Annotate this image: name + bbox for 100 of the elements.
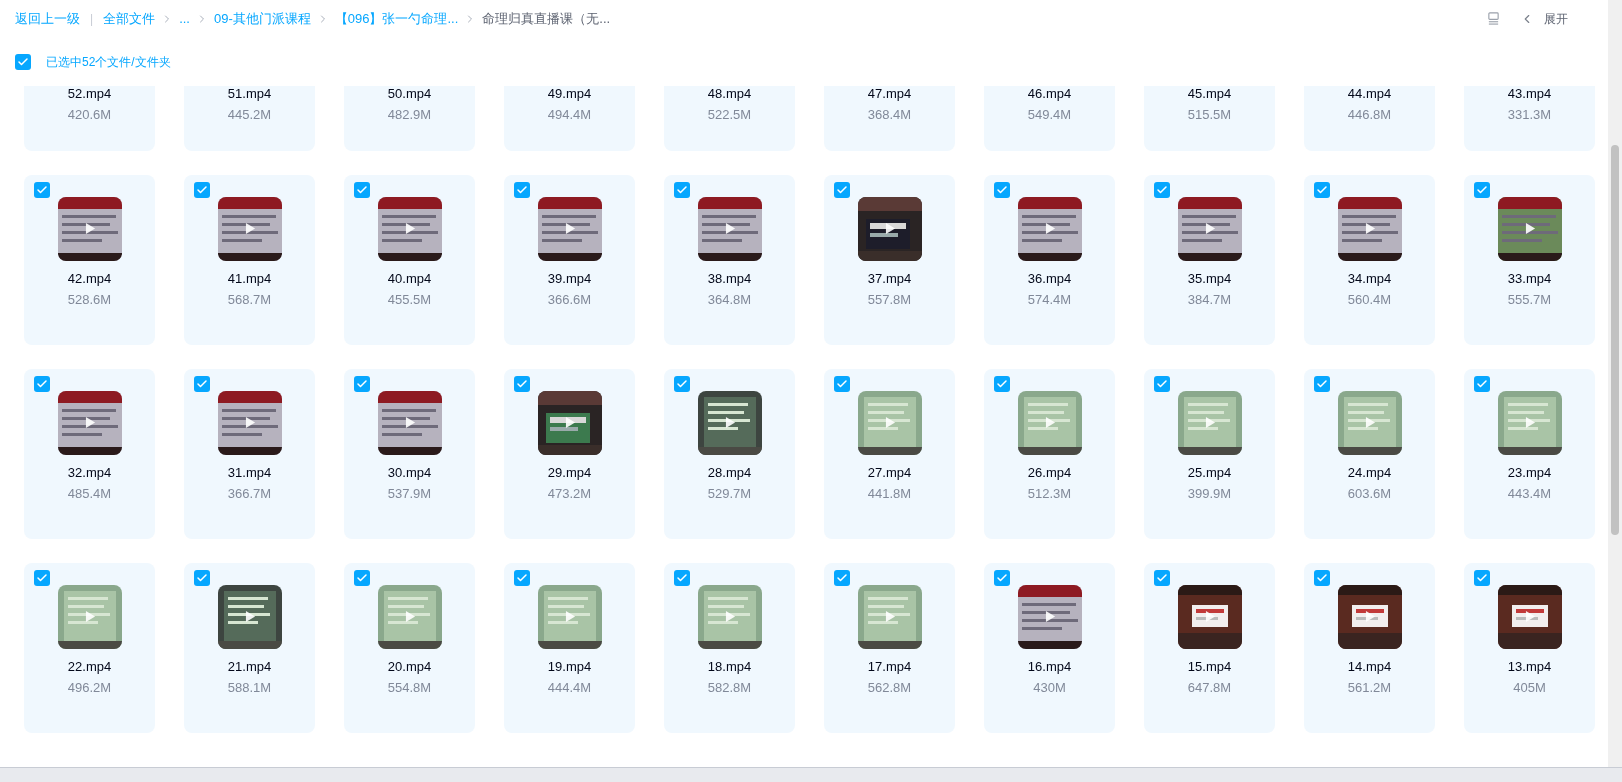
file-card[interactable]: 50.mp4 482.9M: [344, 86, 475, 151]
file-size: 446.8M: [1347, 107, 1392, 123]
checkbox[interactable]: [1154, 182, 1170, 198]
checkbox[interactable]: [514, 182, 530, 198]
file-card[interactable]: 35.mp4 384.7M: [1144, 175, 1275, 345]
file-size: 588.1M: [227, 680, 272, 696]
check-icon: [836, 572, 848, 584]
file-name: 17.mp4: [867, 659, 912, 675]
file-name: 34.mp4: [1347, 271, 1392, 287]
file-card[interactable]: 31.mp4 366.7M: [184, 369, 315, 539]
file-card[interactable]: 21.mp4 588.1M: [184, 563, 315, 733]
checkbox[interactable]: [1474, 182, 1490, 198]
file-size: 562.8M: [867, 680, 912, 696]
file-card[interactable]: 15.mp4 647.8M: [1144, 563, 1275, 733]
file-card[interactable]: 49.mp4 494.4M: [504, 86, 635, 151]
file-card[interactable]: 27.mp4 441.8M: [824, 369, 955, 539]
checkbox[interactable]: [354, 570, 370, 586]
file-card[interactable]: 29.mp4 473.2M: [504, 369, 635, 539]
checkbox[interactable]: [15, 53, 31, 70]
file-card[interactable]: 17.mp4 562.8M: [824, 563, 955, 733]
file-card[interactable]: 51.mp4 445.2M: [184, 86, 315, 151]
check-icon: [196, 378, 208, 390]
file-size: 443.4M: [1507, 486, 1552, 502]
breadcrumb-item[interactable]: 命理归真直播课（无...: [482, 8, 611, 29]
checkbox[interactable]: [834, 570, 850, 586]
check-icon: [356, 572, 368, 584]
file-name: 46.mp4: [1027, 86, 1072, 102]
scrollbar[interactable]: [1608, 0, 1622, 767]
checkbox[interactable]: [514, 376, 530, 392]
checkbox[interactable]: [34, 570, 50, 586]
check-icon: [1316, 378, 1328, 390]
file-card[interactable]: 33.mp4 555.7M: [1464, 175, 1595, 345]
checkbox[interactable]: [994, 570, 1010, 586]
file-card[interactable]: 25.mp4 399.9M: [1144, 369, 1275, 539]
file-card[interactable]: 22.mp4 496.2M: [24, 563, 155, 733]
checkbox[interactable]: [834, 376, 850, 392]
checkbox[interactable]: [354, 182, 370, 198]
checkbox[interactable]: [1154, 376, 1170, 392]
checkbox[interactable]: [34, 182, 50, 198]
checkbox[interactable]: [994, 182, 1010, 198]
file-size: 568.7M: [227, 292, 272, 308]
checkbox[interactable]: [1314, 376, 1330, 392]
expand-button[interactable]: 展开: [1544, 9, 1568, 28]
file-card[interactable]: 14.mp4 561.2M: [1304, 563, 1435, 733]
file-card[interactable]: 30.mp4 537.9M: [344, 369, 475, 539]
checkbox[interactable]: [1314, 570, 1330, 586]
check-icon: [36, 184, 48, 196]
file-name: 35.mp4: [1187, 271, 1232, 287]
checkbox[interactable]: [1314, 182, 1330, 198]
file-card[interactable]: 18.mp4 582.8M: [664, 563, 795, 733]
file-card[interactable]: 34.mp4 560.4M: [1304, 175, 1435, 345]
file-name: 24.mp4: [1347, 465, 1392, 481]
checkbox[interactable]: [674, 570, 690, 586]
file-card[interactable]: 45.mp4 515.5M: [1144, 86, 1275, 151]
file-card[interactable]: 26.mp4 512.3M: [984, 369, 1115, 539]
file-card[interactable]: 16.mp4 430M: [984, 563, 1115, 733]
check-icon: [516, 378, 528, 390]
checkbox[interactable]: [674, 182, 690, 198]
file-card[interactable]: 20.mp4 554.8M: [344, 563, 475, 733]
checkbox[interactable]: [994, 376, 1010, 392]
checkbox[interactable]: [1154, 570, 1170, 586]
play-icon: [884, 610, 896, 623]
checkbox[interactable]: [34, 376, 50, 392]
checkbox[interactable]: [834, 182, 850, 198]
play-icon: [1364, 610, 1376, 623]
checkbox[interactable]: [354, 376, 370, 392]
file-size: 482.9M: [387, 107, 432, 123]
file-card[interactable]: 23.mp4 443.4M: [1464, 369, 1595, 539]
file-card[interactable]: 28.mp4 529.7M: [664, 369, 795, 539]
file-card[interactable]: 41.mp4 568.7M: [184, 175, 315, 345]
file-card[interactable]: 43.mp4 331.3M: [1464, 86, 1595, 151]
file-size: 529.7M: [707, 486, 752, 502]
scrollbar-thumb[interactable]: [1611, 145, 1619, 535]
checkbox[interactable]: [674, 376, 690, 392]
file-card[interactable]: 42.mp4 528.6M: [24, 175, 155, 345]
checkbox[interactable]: [194, 570, 210, 586]
checkbox[interactable]: [514, 570, 530, 586]
file-card[interactable]: 19.mp4 444.4M: [504, 563, 635, 733]
file-name: 31.mp4: [227, 465, 272, 481]
file-name: 27.mp4: [867, 465, 912, 481]
checkbox[interactable]: [194, 182, 210, 198]
file-card[interactable]: 44.mp4 446.8M: [1304, 86, 1435, 151]
file-card[interactable]: 38.mp4 364.8M: [664, 175, 795, 345]
file-card[interactable]: 36.mp4 574.4M: [984, 175, 1115, 345]
file-card[interactable]: 47.mp4 368.4M: [824, 86, 955, 151]
checkbox[interactable]: [1474, 570, 1490, 586]
checkbox[interactable]: [194, 376, 210, 392]
file-card[interactable]: 13.mp4 405M: [1464, 563, 1595, 733]
file-card[interactable]: 39.mp4 366.6M: [504, 175, 635, 345]
file-card[interactable]: 40.mp4 455.5M: [344, 175, 475, 345]
file-card[interactable]: 46.mp4 549.4M: [984, 86, 1115, 151]
play-icon: [724, 416, 736, 429]
file-card[interactable]: 48.mp4 522.5M: [664, 86, 795, 151]
file-card[interactable]: 24.mp4 603.6M: [1304, 369, 1435, 539]
checkbox[interactable]: [1474, 376, 1490, 392]
layout-icon[interactable]: [1487, 12, 1500, 25]
file-card[interactable]: 32.mp4 485.4M: [24, 369, 155, 539]
file-card[interactable]: 37.mp4 557.8M: [824, 175, 955, 345]
play-icon: [1524, 416, 1536, 429]
file-card[interactable]: 52.mp4 420.6M: [24, 86, 155, 151]
